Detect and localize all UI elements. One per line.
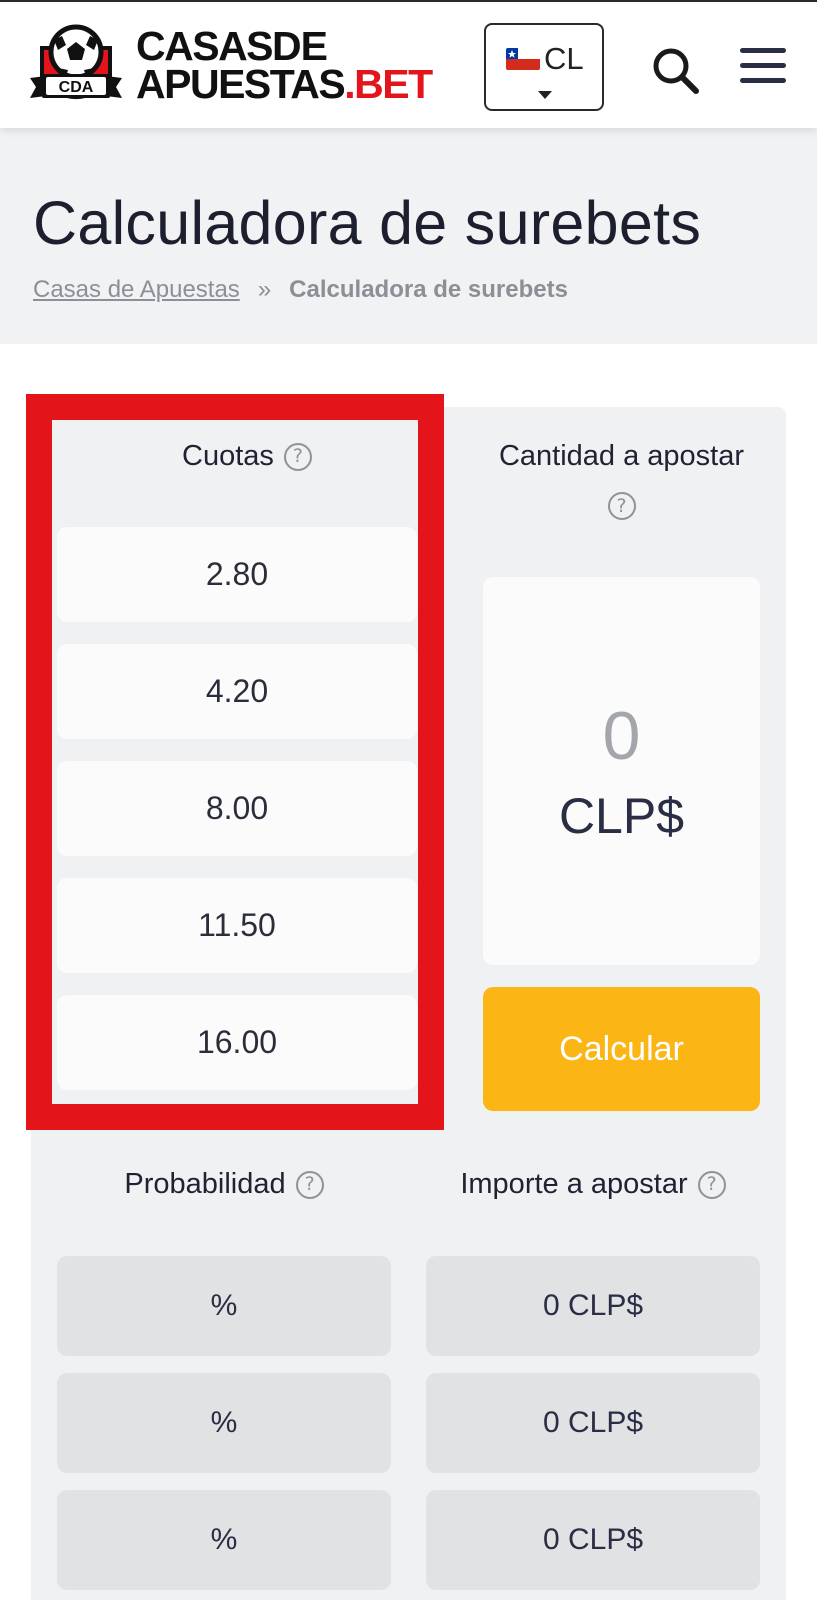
odds-header-label: Cuotas — [182, 440, 274, 472]
probability-output-3: % — [57, 1490, 391, 1590]
country-code-label: CL — [544, 41, 584, 76]
search-icon[interactable] — [651, 46, 701, 96]
stake-help-row: ? — [483, 492, 760, 520]
probability-output-1: % — [57, 1256, 391, 1356]
help-icon[interactable]: ? — [295, 1170, 324, 1199]
page-title: Calculadora de surebets — [33, 189, 702, 257]
chevron-down-icon — [538, 91, 552, 99]
help-icon[interactable]: ? — [283, 442, 312, 471]
chile-flag-icon — [506, 48, 540, 70]
breadcrumb-separator: » — [257, 276, 272, 303]
logo-wordmark[interactable]: CASASDE APUESTAS.BET — [136, 26, 433, 105]
stake-amount-input[interactable]: 0 CLP$ — [483, 577, 760, 965]
amount-output-2: 0 CLP$ — [426, 1373, 760, 1473]
probability-output-2: % — [57, 1373, 391, 1473]
logo-badge-text: CDA — [59, 79, 94, 96]
stake-column-header: Cantidad a apostar — [483, 440, 760, 473]
calculate-button[interactable]: Calcular — [483, 987, 760, 1111]
stake-value: 0 — [602, 698, 641, 774]
odds-input-2[interactable]: 4.20 — [57, 644, 417, 739]
odds-input-4[interactable]: 11.50 — [57, 878, 417, 973]
amount-column-header: Importe a apostar ? — [426, 1168, 760, 1201]
stake-header-label: Cantidad a apostar — [498, 440, 745, 472]
breadcrumb-current: Calculadora de surebets — [289, 276, 568, 303]
logo-apuestas: APUESTAS — [136, 61, 346, 107]
site-header: CDA CASASDE APUESTAS.BET CL — [0, 0, 817, 128]
amount-output-1: 0 CLP$ — [426, 1256, 760, 1356]
country-selector-button[interactable]: CL — [484, 23, 604, 111]
breadcrumb: Casas de Apuestas » Calculadora de surebet… — [33, 276, 568, 304]
odds-input-3[interactable]: 8.00 — [57, 761, 417, 856]
logo-badge-icon[interactable]: CDA — [28, 20, 124, 108]
odds-input-5[interactable]: 16.00 — [57, 995, 417, 1090]
hamburger-menu-icon[interactable] — [740, 46, 786, 86]
probability-column-header: Probabilidad ? — [57, 1168, 391, 1201]
odds-column-header: Cuotas ? — [182, 440, 312, 473]
amount-header-label: Importe a apostar — [460, 1168, 688, 1200]
probability-header-label: Probabilidad — [124, 1168, 286, 1200]
help-icon[interactable]: ? — [697, 1170, 726, 1199]
page-title-area: Calculadora de surebets Casas de Apuesta… — [0, 128, 817, 344]
amount-output-3: 0 CLP$ — [426, 1490, 760, 1590]
stake-currency: CLP$ — [558, 788, 685, 844]
odds-input-1[interactable]: 2.80 — [57, 527, 417, 622]
help-icon[interactable]: ? — [607, 492, 636, 520]
breadcrumb-home-link[interactable]: Casas de Apuestas — [33, 276, 240, 303]
logo-bet: .BET — [344, 61, 433, 107]
